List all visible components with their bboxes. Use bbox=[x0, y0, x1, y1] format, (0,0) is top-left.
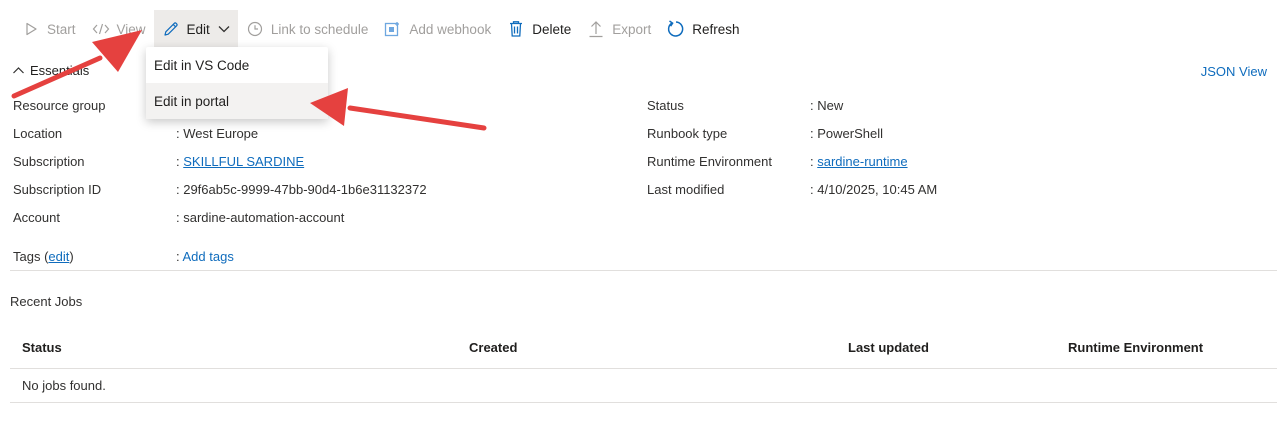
pencil-icon bbox=[162, 20, 180, 38]
refresh-icon bbox=[667, 20, 685, 38]
delete-button[interactable]: Delete bbox=[499, 10, 579, 48]
prop-label-last-modified: Last modified bbox=[647, 182, 725, 197]
essentials-toggle[interactable]: Essentials bbox=[12, 63, 89, 78]
clock-icon bbox=[246, 20, 264, 38]
prop-label-subscription: Subscription bbox=[13, 154, 85, 169]
edit-dropdown-menu: Edit in VS Code Edit in portal bbox=[146, 47, 328, 119]
prop-label-runbook-type: Runbook type bbox=[647, 126, 728, 141]
code-icon bbox=[92, 20, 110, 38]
tags-value: : Add tags bbox=[176, 249, 234, 264]
delete-label: Delete bbox=[532, 21, 572, 37]
add-webhook-label: Add webhook bbox=[409, 21, 492, 37]
prop-label-resource-group: Resource group bbox=[13, 98, 106, 113]
start-label: Start bbox=[47, 21, 76, 37]
prop-label-status: Status bbox=[647, 98, 684, 113]
webhook-icon bbox=[384, 20, 402, 38]
essentials-divider bbox=[10, 270, 1277, 271]
essentials-title: Essentials bbox=[30, 63, 90, 78]
prop-value-runtime-environment: : sardine-runtime bbox=[810, 154, 908, 169]
column-header-runtime-environment[interactable]: Runtime Environment bbox=[1068, 340, 1203, 355]
view-label: View bbox=[116, 21, 146, 37]
prop-value-account: : sardine-automation-account bbox=[176, 210, 345, 225]
refresh-label: Refresh bbox=[692, 21, 740, 37]
table-bottom-divider bbox=[10, 402, 1277, 403]
no-jobs-message: No jobs found. bbox=[22, 378, 106, 393]
prop-label-subscription-id: Subscription ID bbox=[13, 182, 102, 197]
prop-label-account: Account bbox=[13, 210, 60, 225]
table-header-divider bbox=[10, 368, 1277, 369]
start-button[interactable]: Start bbox=[14, 10, 84, 48]
column-header-created[interactable]: Created bbox=[469, 340, 517, 355]
chevron-up-icon bbox=[12, 64, 26, 78]
play-icon bbox=[22, 20, 40, 38]
prop-value-runbook-type: : PowerShell bbox=[810, 126, 883, 141]
link-to-schedule-button[interactable]: Link to schedule bbox=[238, 10, 377, 48]
edit-button[interactable]: Edit bbox=[153, 10, 238, 48]
prop-value-subscription: : SKILLFUL SARDINE bbox=[176, 154, 305, 169]
trash-icon bbox=[507, 20, 525, 38]
prop-value-location: : West Europe bbox=[176, 126, 259, 141]
prop-label-location: Location bbox=[13, 126, 63, 141]
arrow-to-edit-in-portal bbox=[310, 88, 487, 131]
view-button[interactable]: View bbox=[84, 10, 154, 48]
edit-label: Edit bbox=[186, 21, 210, 37]
tags-label: Tags (edit) bbox=[13, 249, 74, 264]
chevron-down-icon bbox=[218, 25, 230, 33]
command-bar: Start View Edit Link to schedule Add web… bbox=[0, 10, 1280, 48]
column-header-status[interactable]: Status bbox=[22, 340, 62, 355]
menu-item-edit-in-vs-code[interactable]: Edit in VS Code bbox=[146, 47, 328, 83]
tags-edit-link[interactable]: edit bbox=[48, 249, 69, 264]
add-tags-link[interactable]: Add tags bbox=[183, 249, 234, 264]
link-to-schedule-label: Link to schedule bbox=[270, 21, 369, 37]
runtime-environment-link[interactable]: sardine-runtime bbox=[817, 154, 907, 169]
prop-label-runtime-environment: Runtime Environment bbox=[647, 154, 772, 169]
refresh-button[interactable]: Refresh bbox=[659, 10, 747, 48]
export-label: Export bbox=[612, 21, 652, 37]
recent-jobs-title: Recent Jobs bbox=[10, 294, 83, 309]
menu-item-edit-in-portal[interactable]: Edit in portal bbox=[146, 83, 328, 119]
prop-value-status: : New bbox=[810, 98, 844, 113]
prop-value-subscription-id: : 29f6ab5c-9999-47bb-90d4-1b6e31132372 bbox=[176, 182, 427, 197]
add-webhook-button[interactable]: Add webhook bbox=[376, 10, 499, 48]
prop-value-last-modified: : 4/10/2025, 10:45 AM bbox=[810, 182, 938, 197]
subscription-link[interactable]: SKILLFUL SARDINE bbox=[183, 154, 304, 169]
json-view-link[interactable]: JSON View bbox=[1201, 64, 1267, 79]
export-button[interactable]: Export bbox=[579, 10, 659, 48]
column-header-last-updated[interactable]: Last updated bbox=[848, 340, 929, 355]
upload-icon bbox=[587, 20, 605, 38]
